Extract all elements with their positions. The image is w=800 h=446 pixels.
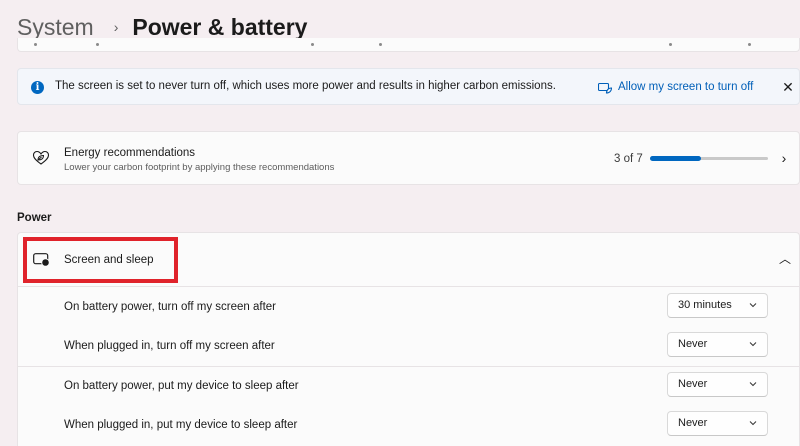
plugged-sleep-dropdown[interactable]: Never [667, 411, 768, 436]
chevron-right-icon[interactable]: › [777, 149, 791, 167]
info-message: The screen is set to never turn off, whi… [55, 80, 556, 92]
allow-screen-off-button[interactable]: Allow my screen to turn off [598, 78, 753, 96]
previous-setting-card [17, 38, 800, 52]
chevron-down-icon [749, 421, 757, 426]
partial-glyph [748, 43, 751, 46]
battery-sleep-dropdown[interactable]: Never [667, 372, 768, 397]
partial-glyph [96, 43, 99, 46]
plugged-screen-off-dropdown[interactable]: Never [667, 332, 768, 357]
chevron-down-icon [749, 342, 757, 347]
dropdown-value: Never [678, 338, 708, 350]
setting-label: When plugged in, put my device to sleep … [64, 419, 298, 431]
setting-row: On battery power, turn off my screen aft… [18, 290, 799, 326]
section-title-power: Power [17, 212, 52, 224]
carbon-info-bar: i The screen is set to never turn off, w… [17, 68, 800, 105]
setting-row: On battery power, put my device to sleep… [18, 369, 799, 405]
dropdown-value: Never [678, 378, 708, 390]
dropdown-value: 30 minutes [678, 299, 732, 311]
breadcrumb-separator-icon: › [113, 19, 119, 35]
divider [18, 366, 799, 367]
partial-glyph [379, 43, 382, 46]
divider [18, 286, 799, 287]
setting-row: When plugged in, put my device to sleep … [18, 408, 799, 444]
page-title: Power & battery [132, 13, 308, 40]
setting-label: When plugged in, turn off my screen afte… [64, 340, 275, 352]
energy-subtitle: Lower your carbon footprint by applying … [64, 162, 335, 173]
dropdown-value: Never [678, 417, 708, 429]
screen-and-sleep-header[interactable]: Screen and sleep ︿ [18, 233, 799, 286]
partial-glyph [311, 43, 314, 46]
chevron-down-icon [749, 303, 757, 308]
setting-row: When plugged in, turn off my screen afte… [18, 329, 799, 365]
battery-screen-off-dropdown[interactable]: 30 minutes [667, 293, 768, 318]
chevron-up-icon[interactable]: ︿ [776, 250, 794, 268]
leaf-heart-icon [32, 150, 50, 165]
progress-count: 3 of 7 [614, 153, 643, 165]
progress-fill [650, 156, 701, 161]
highlight-box [23, 237, 178, 283]
partial-glyph [34, 43, 37, 46]
progress-bar [650, 156, 768, 161]
setting-label: On battery power, turn off my screen aft… [64, 301, 276, 313]
chevron-down-icon [749, 382, 757, 387]
energy-title: Energy recommendations [64, 147, 196, 159]
energy-recommendations-card[interactable]: Energy recommendations Lower your carbon… [17, 131, 800, 185]
info-icon: i [31, 81, 44, 94]
breadcrumb-system-link[interactable]: System [17, 14, 94, 41]
eco-screen-icon [598, 82, 612, 94]
close-icon[interactable]: ✕ [779, 78, 797, 96]
screen-and-sleep-panel: Screen and sleep ︿ On battery power, tur… [17, 232, 800, 446]
setting-label: On battery power, put my device to sleep… [64, 380, 299, 392]
allow-screen-off-label: Allow my screen to turn off [618, 81, 754, 93]
partial-glyph [669, 43, 672, 46]
